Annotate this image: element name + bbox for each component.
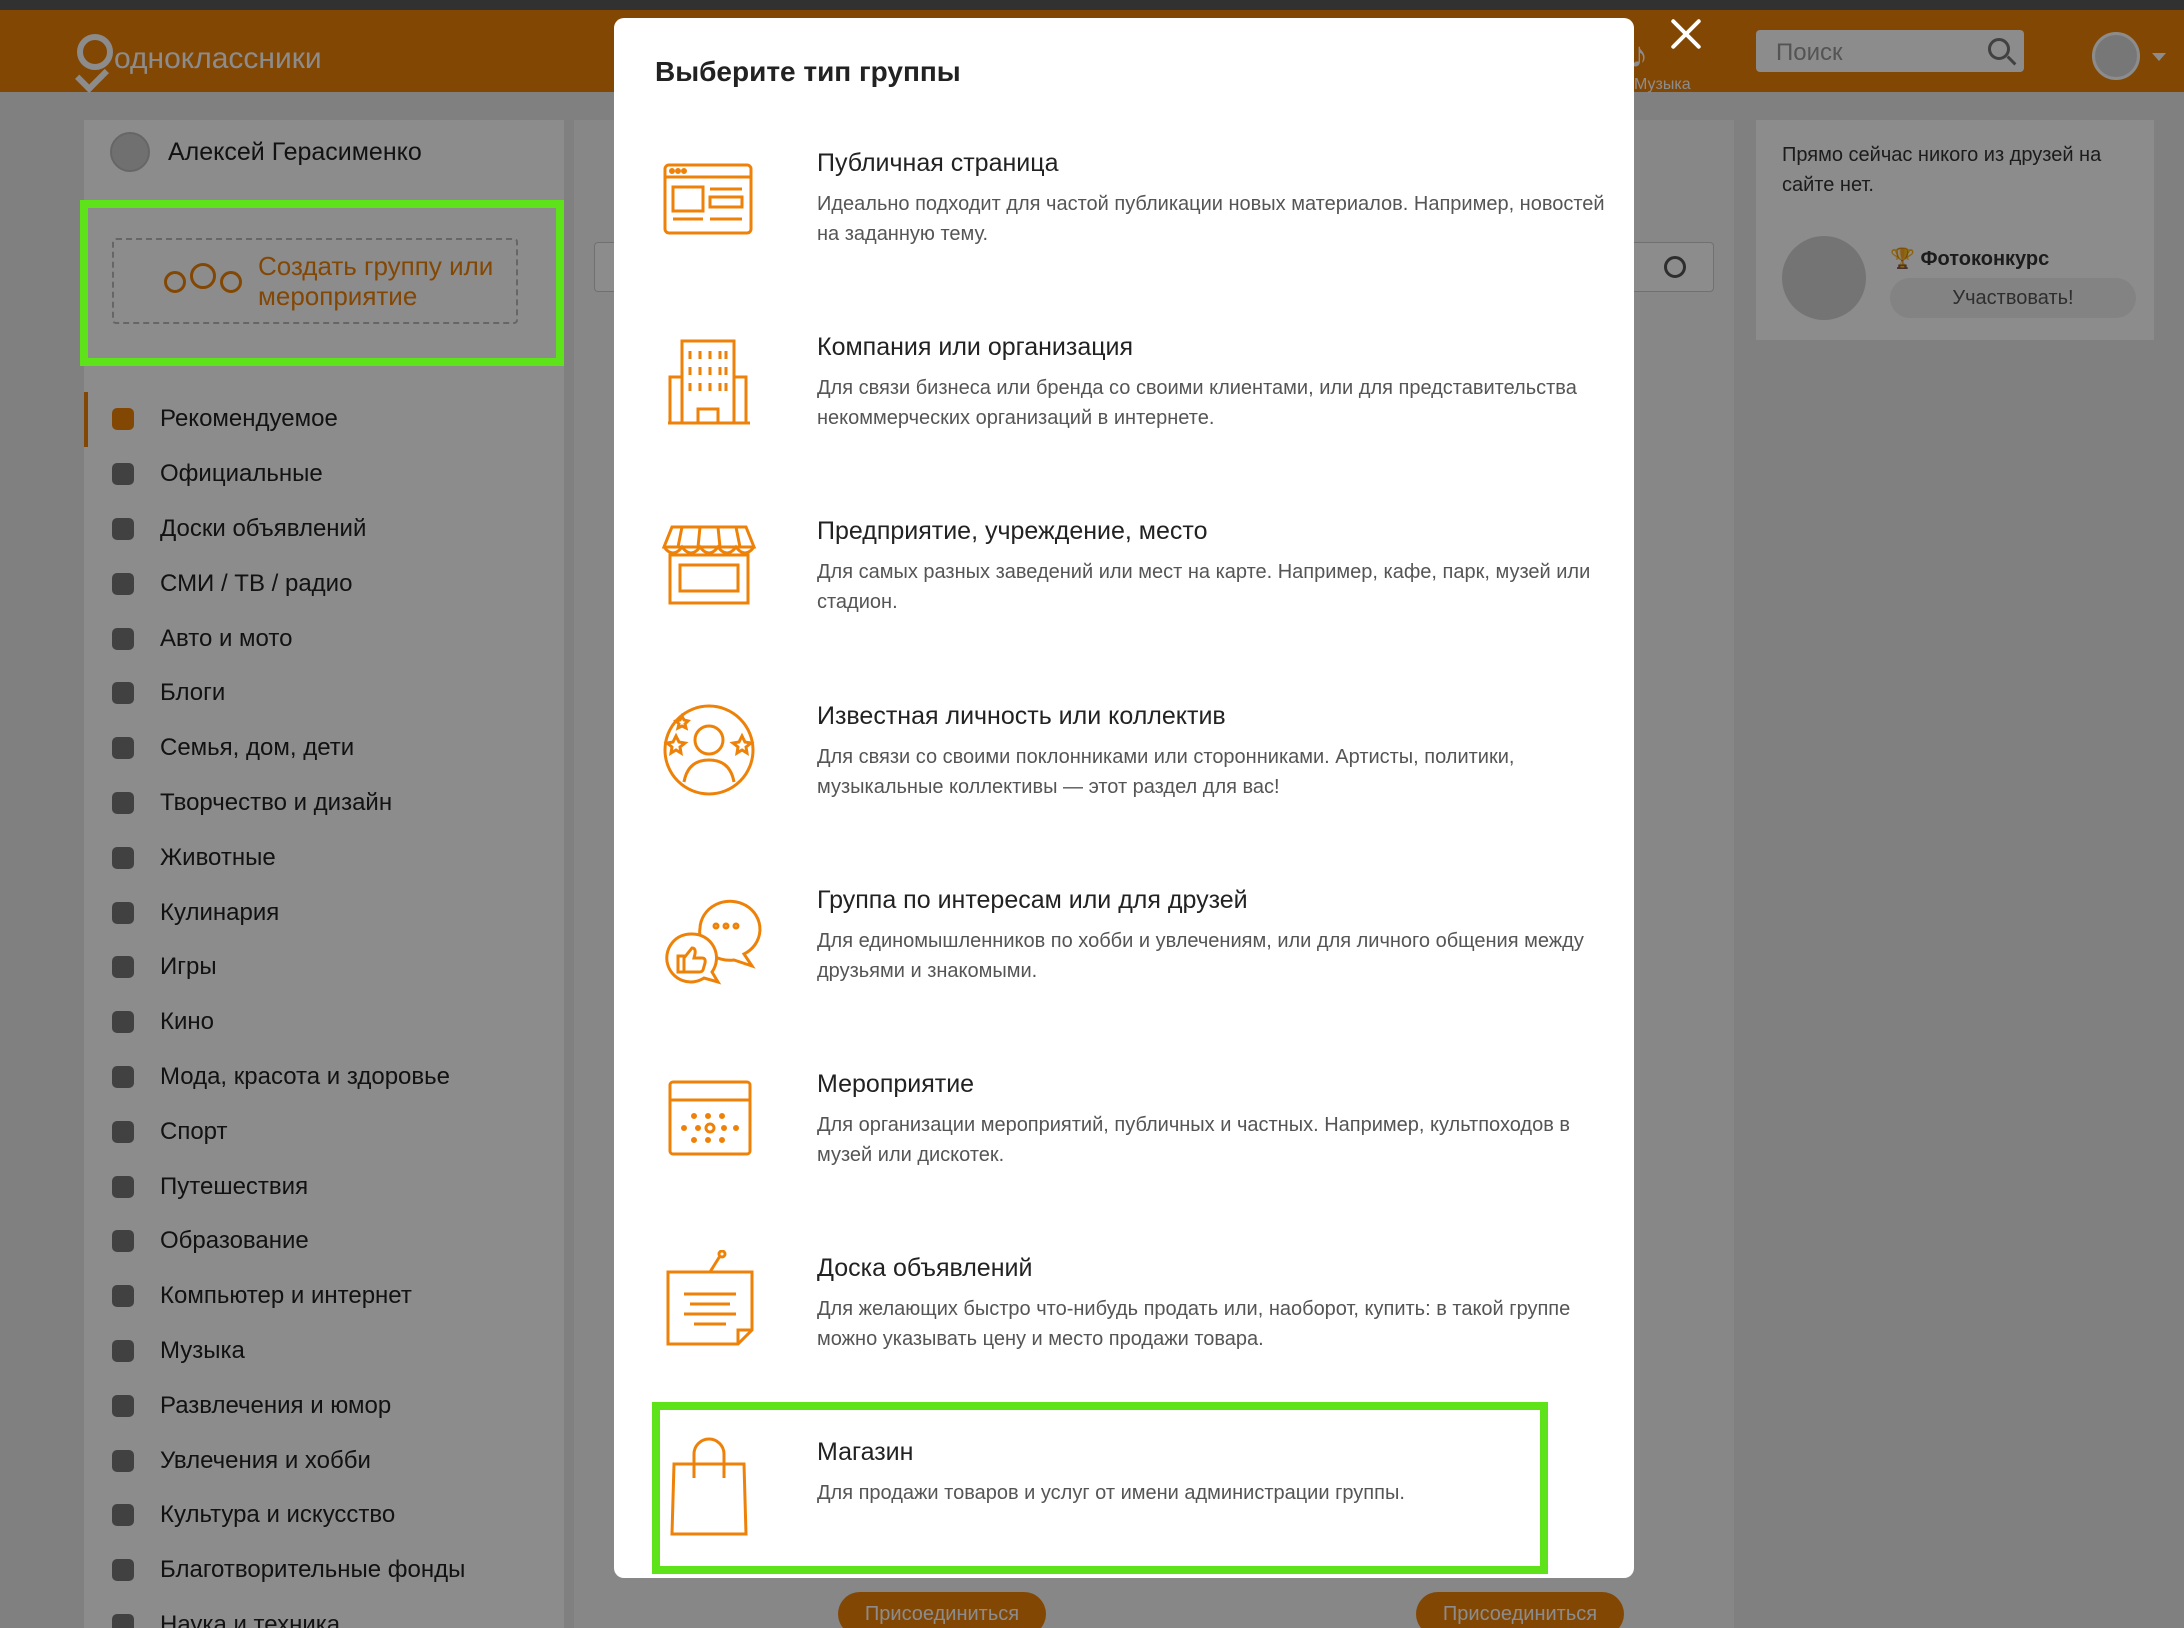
option-description: Для единомышленников по хобби и увлечени… [817,930,1584,982]
calendar-icon [654,1066,764,1176]
group-type-event[interactable]: Мероприятие Для организации мероприятий,… [654,1066,1614,1226]
highlight-frame [80,200,564,366]
dialog-title: Выберите тип группы [655,56,961,87]
chat-bubbles-icon [654,882,764,992]
option-title: Публичная страница [817,149,1059,177]
option-description: Для самых разных заведений или мест на к… [817,561,1591,613]
option-title: Доска объявлений [817,1254,1033,1282]
option-description: Идеально подходит для частой публикации … [817,193,1605,245]
notice-board-icon [654,1249,764,1360]
close-icon[interactable] [1664,12,1708,56]
option-description: Для связи со своими поклонниками или сто… [817,746,1515,798]
company-building-icon [654,329,764,439]
storefront-icon [654,513,764,623]
option-title: Компания или организация [817,333,1134,361]
group-type-celebrity[interactable]: Известная личность или коллектив Для свя… [654,698,1614,858]
option-description: Для связи бизнеса или бренда со своими к… [817,377,1577,429]
option-description: Для организации мероприятий, публичных и… [817,1114,1571,1166]
group-type-interests[interactable]: Группа по интересам или для друзей Для е… [654,882,1614,1042]
option-title: Предприятие, учреждение, место [817,517,1208,545]
group-type-public-page[interactable]: Публичная страница Идеально подходит для… [654,145,1614,305]
group-type-company[interactable]: Компания или организация Для связи бизне… [654,329,1614,489]
celebrity-icon [654,698,764,808]
group-type-board[interactable]: Доска объявлений Для желающих быстро что… [654,1249,1614,1410]
highlight-frame [652,1402,1548,1574]
option-title: Группа по интересам или для друзей [817,886,1248,914]
option-title: Мероприятие [817,1070,975,1098]
group-type-place[interactable]: Предприятие, учреждение, место Для самых… [654,513,1614,673]
option-description: Для желающих быстро что-нибудь продать и… [817,1298,1571,1350]
option-title: Известная личность или коллектив [817,702,1226,730]
public-page-icon [654,145,764,255]
